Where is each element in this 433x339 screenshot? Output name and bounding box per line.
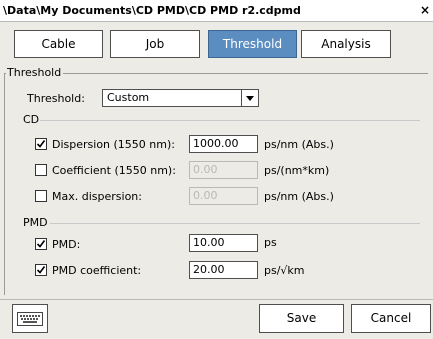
dispersion-field[interactable]: 1000.00 <box>189 135 258 153</box>
coefficient-unit: ps/(nm*km) <box>264 164 330 177</box>
title-bar: \Data\My Documents\CD PMD\CD PMD r2.cdpm… <box>0 0 433 22</box>
pmd-coefficient-unit: ps/√km <box>264 264 305 277</box>
pmd-coefficient-checkbox[interactable] <box>35 264 47 276</box>
coefficient-label: Coefficient (1550 nm): <box>52 164 176 177</box>
tab-threshold[interactable]: Threshold <box>208 30 297 58</box>
dispersion-checkbox[interactable] <box>35 138 47 150</box>
dispersion-label: Dispersion (1550 nm): <box>52 138 175 151</box>
pmd-coefficient-field[interactable]: 20.00 <box>189 261 258 279</box>
cd-divider <box>40 120 420 121</box>
coefficient-field: 0.00 <box>189 161 258 179</box>
pmd-coefficient-label: PMD coefficient: <box>52 264 142 277</box>
tab-analysis[interactable]: Analysis <box>301 30 391 58</box>
max-dispersion-label: Max. dispersion: <box>52 190 142 203</box>
save-button[interactable]: Save <box>259 304 344 333</box>
pmd-checkbox[interactable] <box>35 238 47 250</box>
dispersion-unit: ps/nm (Abs.) <box>264 138 334 151</box>
max-dispersion-field: 0.00 <box>189 187 258 205</box>
keyboard-icon <box>17 312 43 326</box>
max-dispersion-unit: ps/nm (Abs.) <box>264 190 334 203</box>
pmd-field[interactable]: 10.00 <box>189 234 258 252</box>
pmd-label: PMD: <box>52 238 81 251</box>
pmd-divider <box>50 223 420 224</box>
tab-bar: Cable Job Threshold Analysis <box>0 30 433 60</box>
cancel-button[interactable]: Cancel <box>351 304 431 333</box>
pmd-section-label: PMD <box>23 216 52 229</box>
threshold-select-value: Custom <box>107 91 150 104</box>
keyboard-button[interactable] <box>12 304 48 333</box>
window-title: \Data\My Documents\CD PMD\CD PMD r2.cdpm… <box>3 4 301 17</box>
threshold-select[interactable]: Custom <box>102 89 259 107</box>
threshold-label: Threshold: <box>27 92 85 105</box>
threshold-group-label: Threshold <box>6 66 64 79</box>
coefficient-checkbox[interactable] <box>35 164 47 176</box>
chevron-down-icon[interactable] <box>241 90 258 106</box>
max-dispersion-checkbox[interactable] <box>35 190 47 202</box>
tab-cable[interactable]: Cable <box>14 30 103 58</box>
pmd-unit: ps <box>264 236 277 249</box>
close-icon[interactable]: × <box>419 3 431 17</box>
tab-job[interactable]: Job <box>110 30 200 58</box>
